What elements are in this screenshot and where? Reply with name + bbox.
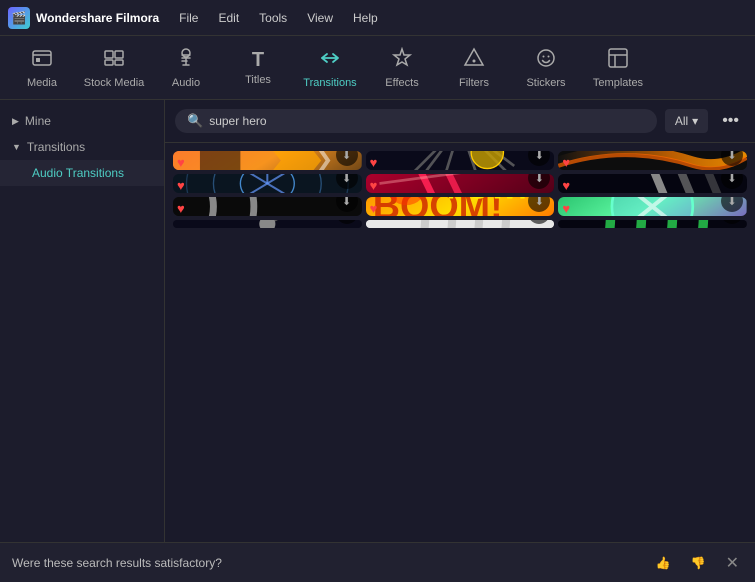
sidebar-item-mine[interactable]: ▶ Mine (0, 108, 164, 134)
fav-icon-2: ♥ (370, 155, 378, 170)
media-icon (31, 47, 53, 73)
grid-item-8[interactable]: BOOM! POW! ♥ ⬇ Superhero Pack Transi... (366, 197, 555, 216)
stickers-icon (535, 47, 557, 73)
feedback-bar: Were these search results satisfactory? … (0, 542, 755, 582)
menu-help[interactable]: Help (345, 7, 386, 29)
search-input-wrapper[interactable]: 🔍 (175, 109, 657, 133)
grid-thumb-9 (558, 197, 747, 216)
filter-button[interactable]: All ▾ (665, 109, 708, 133)
grid-item-1[interactable]: ♥ ⬇ Superhero Transition 1 (173, 151, 362, 170)
toolbar-transitions-label: Transitions (303, 77, 356, 89)
grid-thumb-10 (173, 220, 362, 228)
toolbar-effects[interactable]: Effects (368, 40, 436, 96)
grid-item-6[interactable]: ♥ ⬇ Superhero Movie Cut ... (558, 174, 747, 193)
toolbar-titles-label: Titles (245, 74, 271, 86)
grid-thumb-7 (173, 197, 362, 216)
menu-tools[interactable]: Tools (251, 7, 295, 29)
main-layout: ▶ Mine ▼ Transitions Audio Transitions 🔍… (0, 100, 755, 542)
toolbar-templates[interactable]: Templates (584, 40, 652, 96)
menu-file[interactable]: File (171, 7, 206, 29)
app-logo: 🎬 Wondershare Filmora (8, 7, 159, 29)
feedback-text: Were these search results satisfactory? (12, 556, 640, 570)
stock-media-icon (103, 47, 125, 73)
toolbar-templates-label: Templates (593, 77, 643, 89)
toolbar-media[interactable]: Media (8, 40, 76, 96)
fav-icon-10: ♥ (177, 224, 185, 228)
grid-thumb-4 (173, 174, 362, 193)
grid-item-10[interactable]: ♥ ⬇ (173, 220, 362, 228)
menu-edit[interactable]: Edit (210, 7, 247, 29)
grid-thumb-5 (366, 174, 555, 193)
sidebar: ▶ Mine ▼ Transitions Audio Transitions (0, 100, 165, 542)
grid-thumb-2 (366, 151, 555, 170)
grid-item-9[interactable]: ♥ ⬇ Super Dad Transition 02 (558, 197, 747, 216)
grid-thumb-11 (366, 220, 555, 228)
grid-item-11[interactable]: ⬇ (366, 220, 555, 228)
grid-item-3[interactable]: ♥ ⬇ Superhero Movie Cut ... (558, 151, 747, 170)
transitions-icon (319, 47, 341, 73)
toolbar-media-label: Media (27, 77, 57, 89)
menu-bar: 🎬 Wondershare Filmora File Edit Tools Vi… (0, 0, 755, 36)
mine-arrow-icon: ▶ (12, 116, 19, 127)
fav-icon-1: ♥ (177, 155, 185, 170)
templates-icon (607, 47, 629, 73)
toolbar-filters-label: Filters (459, 77, 489, 89)
fav-icon-5: ♥ (370, 178, 378, 193)
app-logo-icon: 🎬 (8, 7, 30, 29)
search-input[interactable] (209, 114, 645, 128)
titles-icon: T (252, 50, 264, 70)
search-bar: 🔍 All ▾ ••• (165, 100, 755, 143)
sidebar-mine-label: Mine (25, 114, 51, 128)
toolbar-titles[interactable]: T Titles (224, 40, 292, 96)
menu-view[interactable]: View (299, 7, 341, 29)
effects-icon (391, 47, 413, 73)
sidebar-audio-transitions-label: Audio Transitions (32, 166, 124, 180)
grid-item-5[interactable]: ♥ ⬇ Superhero Movie Cut ... (366, 174, 555, 193)
fav-icon-4: ♥ (177, 178, 185, 193)
transitions-arrow-icon: ▼ (12, 142, 21, 152)
thumbs-up-button[interactable]: 👍 (652, 554, 675, 572)
search-icon: 🔍 (187, 113, 203, 129)
sidebar-item-transitions[interactable]: ▼ Transitions (0, 134, 164, 160)
toolbar-audio[interactable]: Audio (152, 40, 220, 96)
filter-arrow-icon: ▾ (692, 114, 698, 128)
toolbar-stock-media[interactable]: Stock Media (80, 40, 148, 96)
sidebar-transitions-label: Transitions (27, 140, 85, 154)
app-name: Wondershare Filmora (36, 11, 159, 25)
toolbar-audio-label: Audio (172, 77, 200, 89)
grid-thumb-12 (558, 220, 747, 228)
toolbar-transitions[interactable]: Transitions (296, 40, 364, 96)
fav-icon-8: ♥ (370, 201, 378, 216)
grid-item-12[interactable]: ♥ ⬇ (558, 220, 747, 228)
fav-icon-6: ♥ (562, 178, 570, 193)
filter-label: All (675, 114, 688, 128)
audio-icon (175, 47, 197, 73)
toolbar-effects-label: Effects (385, 77, 418, 89)
grid-thumb-3 (558, 151, 747, 170)
thumbs-down-button[interactable]: 👎 (687, 554, 710, 572)
grid-item-2[interactable]: ♥ ⬇ Superhero Movie Cut ... (366, 151, 555, 170)
svg-text:POW!: POW! (447, 197, 528, 205)
fav-icon-12: ♥ (562, 224, 570, 228)
more-options-button[interactable]: ••• (716, 108, 745, 134)
grid-item-4[interactable]: ♥ ⬇ Superhero Movie Cut ... (173, 174, 362, 193)
grid-thumb-8: BOOM! POW! (366, 197, 555, 216)
fav-icon-3: ♥ (562, 155, 570, 170)
toolbar-stock-media-label: Stock Media (84, 77, 145, 89)
fav-icon-7: ♥ (177, 201, 185, 216)
grid-thumb-6 (558, 174, 747, 193)
toolbar-stickers-label: Stickers (526, 77, 565, 89)
feedback-close-button[interactable]: ✕ (722, 551, 743, 575)
results-grid: ♥ ⬇ Superhero Transition 1 (165, 143, 755, 236)
content-area: 🔍 All ▾ ••• (165, 100, 755, 542)
toolbar: Media Stock Media Audio T Titles (0, 36, 755, 100)
grid-item-7[interactable]: ♥ ⬇ Superhero Movie Cut ... (173, 197, 362, 216)
sidebar-item-audio-transitions[interactable]: Audio Transitions (0, 160, 164, 186)
grid-thumb-1 (173, 151, 362, 170)
toolbar-stickers[interactable]: Stickers (512, 40, 580, 96)
filters-icon (463, 47, 485, 73)
toolbar-filters[interactable]: Filters (440, 40, 508, 96)
fav-icon-9: ♥ (562, 201, 570, 216)
